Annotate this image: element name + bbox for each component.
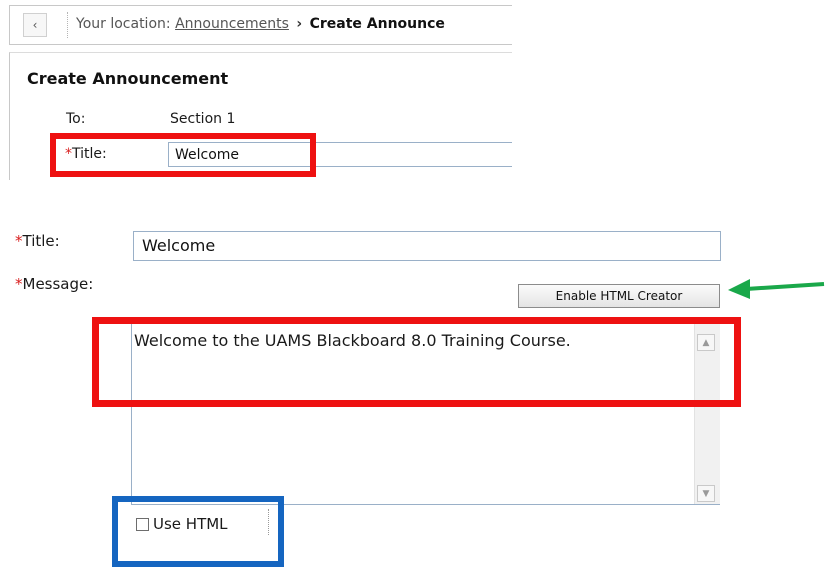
breadcrumb-prefix: Your location: — [76, 16, 171, 32]
scroll-down-icon[interactable]: ▼ — [697, 485, 715, 502]
red-highlight-title — [50, 133, 316, 177]
to-label: To: — [66, 111, 86, 127]
breadcrumb: ‹ Your location: Announcements › Create … — [9, 5, 512, 45]
title-label: *Title: — [15, 232, 60, 250]
back-button[interactable]: ‹ — [10, 6, 60, 44]
required-marker: * — [15, 275, 23, 293]
breadcrumb-trail: Your location: Announcements › Create An… — [76, 16, 445, 32]
breadcrumb-link-announcements[interactable]: Announcements — [175, 16, 289, 32]
breadcrumb-current: Create Announce — [309, 16, 445, 32]
enable-html-creator-button[interactable]: Enable HTML Creator — [518, 284, 720, 308]
title-label-text: Title: — [22, 232, 60, 250]
green-arrow-annotation — [728, 279, 825, 299]
to-value: Section 1 — [170, 111, 236, 127]
message-label: *Message: — [15, 275, 93, 293]
red-highlight-message — [92, 317, 741, 407]
blue-highlight-use-html — [112, 496, 284, 567]
required-marker: * — [15, 232, 23, 250]
breadcrumb-separator: › — [296, 16, 303, 32]
divider — [67, 12, 68, 38]
chevron-left-icon[interactable]: ‹ — [23, 13, 47, 37]
page-title: Create Announcement — [27, 69, 229, 88]
message-label-text: Message: — [22, 275, 94, 293]
title-field[interactable]: Welcome — [133, 231, 721, 261]
top-screenshot-crop: ‹ Your location: Announcements › Create … — [0, 0, 512, 180]
